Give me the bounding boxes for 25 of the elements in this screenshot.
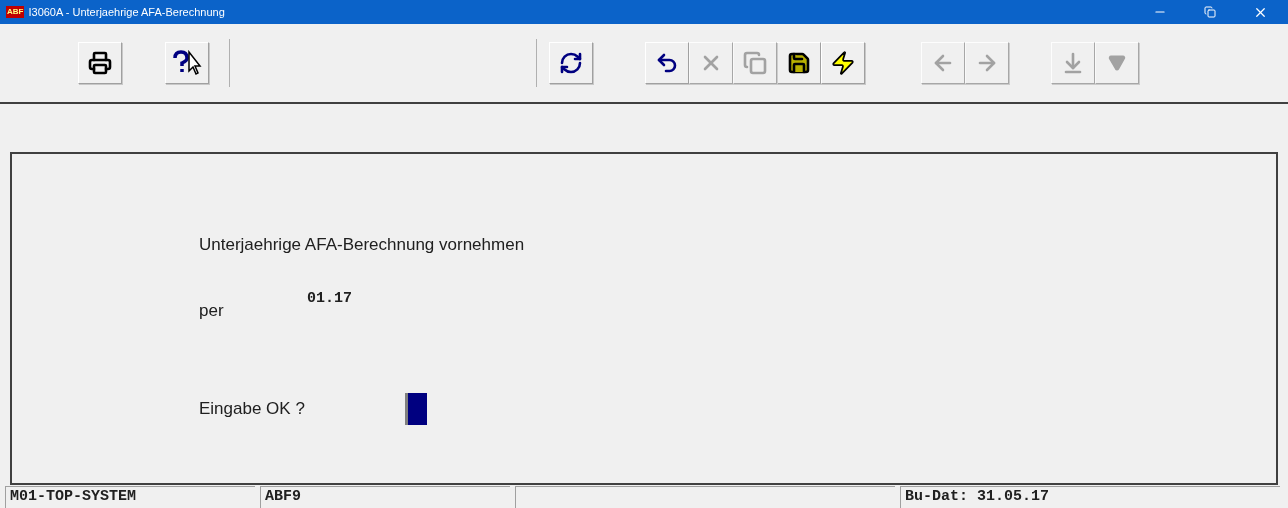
printer-icon (88, 51, 112, 75)
refresh-icon (559, 51, 583, 75)
help-pointer-icon (172, 50, 202, 76)
confirm-label: Eingabe OK ? (199, 398, 306, 421)
caret-icon (1108, 54, 1126, 72)
lightning-icon (830, 50, 856, 76)
status-cell: ABF9 (260, 486, 510, 508)
save-icon (787, 51, 811, 75)
form-heading: Unterjaehrige AFA-Berechnung vornehmen (199, 234, 526, 256)
toolbar-button[interactable] (549, 42, 593, 84)
period-value: 01.17 (307, 288, 352, 309)
toolbar-button[interactable] (165, 42, 209, 84)
input-field[interactable] (405, 393, 427, 425)
undo-icon (655, 51, 679, 75)
status-cell: Bu-Dat: 31.05.17 (900, 486, 1280, 508)
toolbar-button[interactable] (821, 42, 865, 84)
restore-icon[interactable] (1204, 6, 1216, 18)
period-label: per (199, 299, 225, 322)
status-cell: M01-TOP-SYSTEM (5, 486, 255, 508)
app-badge: ABF (6, 6, 25, 18)
toolbar-button[interactable] (645, 42, 689, 84)
toolbar-button[interactable] (777, 42, 821, 84)
copy-icon (743, 51, 767, 75)
toolbar-button[interactable] (78, 42, 122, 84)
window-title: I3060A - Unterjaehrige AFA-Berechnung (28, 4, 225, 20)
